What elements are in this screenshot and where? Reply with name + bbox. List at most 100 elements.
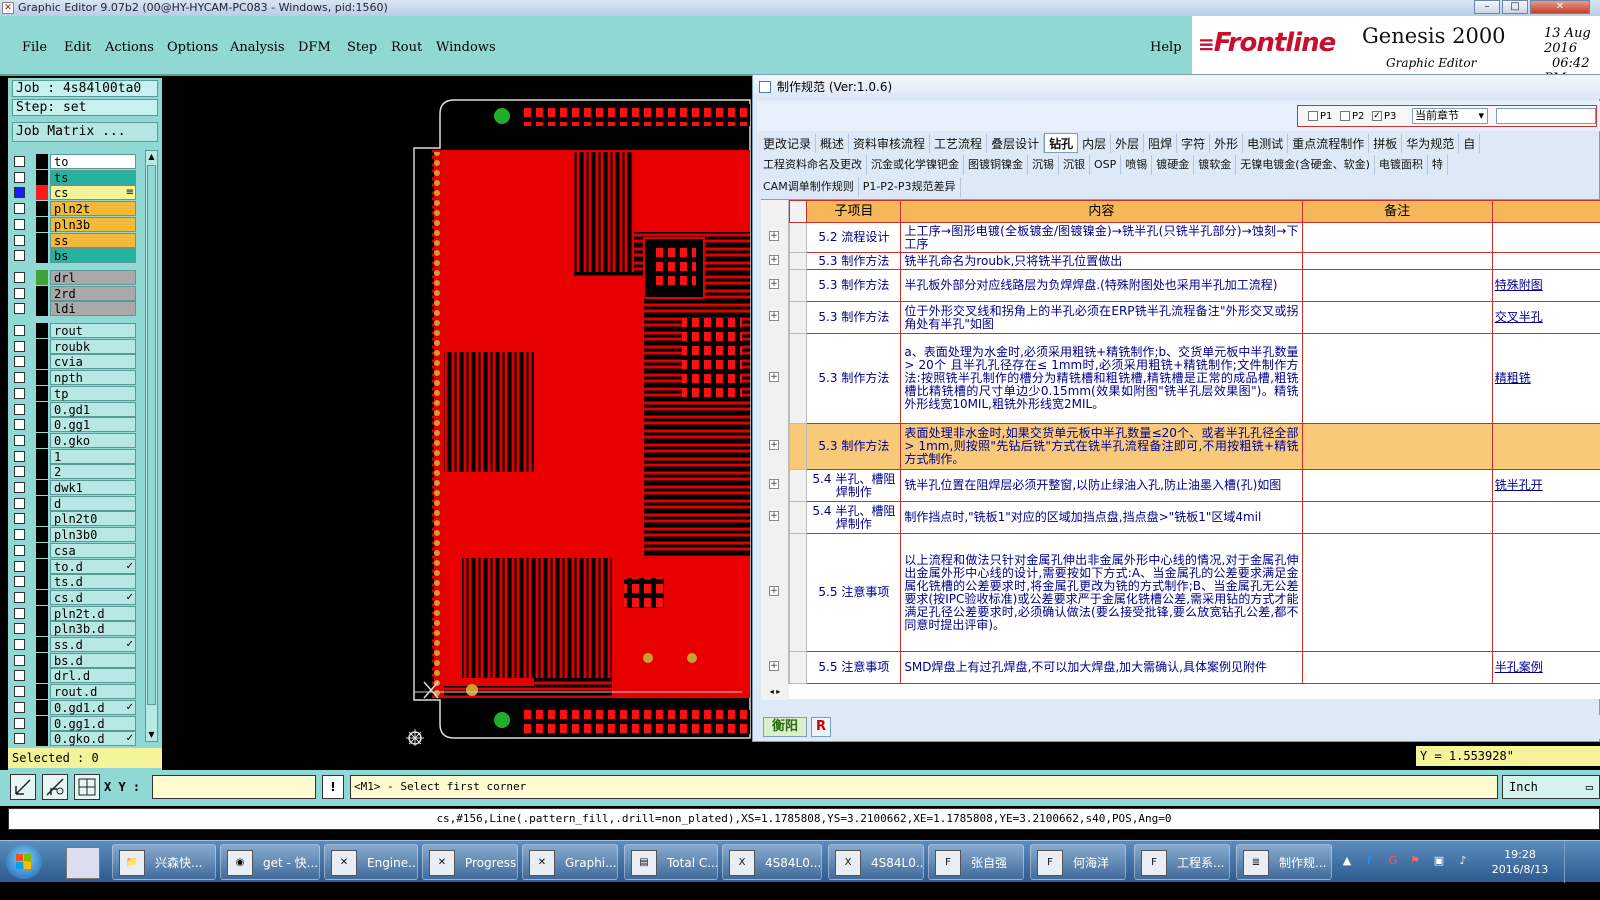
tab-item[interactable]: P1-P2-P3规范差异 — [859, 177, 961, 197]
layer-row[interactable]: pln3b — [12, 216, 136, 232]
layer-name[interactable]: rout.d — [50, 684, 136, 700]
tab-item[interactable]: 特 — [1428, 155, 1448, 175]
layer-color-swatch[interactable] — [36, 605, 48, 621]
layer-color-swatch[interactable] — [36, 185, 48, 201]
layer-name[interactable]: to.d — [50, 558, 136, 574]
layer-color-swatch[interactable] — [36, 301, 48, 317]
layer-name[interactable]: tp — [50, 385, 136, 401]
table-row[interactable]: 5.2 流程设计 上工序→图形电镀(全板镀金/图镀镍金)→铣半孔(只铣半孔部分)→… — [788, 222, 1600, 253]
row-link[interactable]: 精粗铣 — [1491, 333, 1600, 424]
maximize-button[interactable]: □ — [1502, 0, 1528, 14]
layer-row[interactable]: roubk — [12, 338, 136, 354]
layer-checkbox[interactable] — [14, 372, 25, 384]
layer-name[interactable]: 1 — [50, 448, 136, 464]
check-p1[interactable]: P1 — [1308, 111, 1332, 122]
scope-select[interactable]: 当前章节 ▾ — [1412, 108, 1488, 124]
layer-name[interactable]: 0.gg1 — [50, 417, 136, 433]
layer-color-swatch[interactable] — [36, 652, 48, 668]
layer-name[interactable]: 2 — [50, 464, 136, 480]
layer-row[interactable]: cs.d ✓ — [12, 589, 136, 605]
row-link[interactable]: 铣半孔开 — [1491, 469, 1600, 502]
layer-color-swatch[interactable] — [36, 169, 48, 185]
tab-item[interactable]: 内层 — [1078, 134, 1112, 153]
row-selector[interactable] — [788, 269, 808, 302]
row-link[interactable] — [1491, 222, 1600, 253]
tab-item[interactable]: 叠层设计 — [987, 134, 1045, 153]
expand-icon[interactable]: + — [769, 279, 779, 289]
layer-color-swatch[interactable] — [36, 589, 48, 605]
layer-row[interactable]: drl — [12, 269, 136, 285]
layer-checkbox[interactable] — [14, 234, 25, 246]
tab-item[interactable]: 更改记录 — [759, 134, 817, 153]
table-row[interactable]: 5.3 制作方法 a、表面处理为水金时,必须采用粗铣+精铣制作;b、交货单元板中半… — [788, 333, 1600, 424]
expand-icon[interactable]: + — [769, 440, 779, 450]
layer-checkbox[interactable] — [14, 171, 25, 183]
taskbar-button[interactable]: ✕ Graphi... — [522, 844, 618, 880]
check-p2[interactable]: P2 — [1340, 111, 1364, 122]
flag-icon[interactable]: ⚑ — [1408, 854, 1422, 868]
layer-color-swatch[interactable] — [36, 574, 48, 590]
frontline-tray-icon[interactable]: f — [1362, 854, 1376, 868]
layer-name[interactable]: ldi — [50, 301, 136, 317]
layer-color-swatch[interactable] — [36, 699, 48, 715]
taskbar-button[interactable]: X 4S84L0... — [722, 844, 822, 880]
zoom-icon[interactable] — [10, 774, 36, 800]
layer-name[interactable]: cvia — [50, 354, 136, 370]
taskbar-button[interactable]: 📁 兴森快... — [112, 844, 216, 880]
menu-file[interactable]: File — [22, 40, 47, 55]
taskbar-button[interactable]: F 何海洋 — [1030, 844, 1126, 880]
layer-color-swatch[interactable] — [36, 201, 48, 217]
layer-checkbox[interactable] — [14, 482, 25, 493]
row-selector[interactable] — [788, 301, 808, 334]
layer-name[interactable]: npth — [50, 370, 136, 386]
layer-color-swatch[interactable] — [36, 621, 48, 637]
network-icon[interactable]: ▣ — [1432, 854, 1446, 868]
row-selector[interactable] — [788, 501, 808, 534]
layer-checkbox[interactable] — [14, 403, 25, 415]
tab-item[interactable]: 工艺流程 — [930, 134, 988, 153]
layer-checkbox[interactable] — [14, 591, 25, 603]
tab-item[interactable]: 钻孔 — [1044, 133, 1079, 153]
layer-row[interactable]: 2rd — [12, 285, 136, 301]
layer-row[interactable]: pln2t.d — [12, 605, 136, 621]
layer-row[interactable]: rout — [12, 323, 136, 338]
layer-name[interactable]: ts — [50, 169, 136, 185]
layer-color-swatch[interactable] — [36, 248, 48, 264]
tab-item[interactable]: 沉金或化学镍钯金 — [867, 155, 964, 175]
exclamation-icon[interactable]: ! — [322, 775, 344, 799]
table-row[interactable]: 5.5 注意事项 以上流程和做法只针对金属孔伸出非金属外形中心线的情况,对于金属孔… — [788, 533, 1600, 652]
taskbar-button[interactable]: F 工程系... — [1134, 844, 1230, 880]
taskbar-button[interactable]: ≣ 制作规... — [1236, 844, 1332, 880]
expand-icon[interactable]: + — [769, 661, 779, 671]
tab-item[interactable]: 阻焊 — [1144, 134, 1178, 153]
close-button[interactable]: ✕ — [1530, 0, 1590, 14]
layer-row[interactable]: npth — [12, 370, 136, 386]
layer-color-swatch[interactable] — [36, 637, 48, 652]
row-selector[interactable] — [788, 469, 808, 502]
row-link[interactable]: 半孔案例 — [1491, 651, 1600, 684]
scroll-up-icon[interactable]: ▲ — [147, 152, 156, 162]
layer-row[interactable]: 0.gd1 — [12, 401, 136, 417]
layer-color-swatch[interactable] — [36, 527, 48, 543]
layer-row[interactable]: 2 — [12, 464, 136, 480]
layer-color-swatch[interactable] — [36, 511, 48, 527]
row-selector[interactable] — [788, 533, 808, 652]
layer-checkbox[interactable] — [14, 607, 25, 619]
taskbar-button[interactable]: ◉ get - 快... — [220, 844, 320, 880]
layer-row[interactable]: pln3b0 — [12, 527, 136, 543]
layer-checkbox[interactable] — [14, 701, 25, 713]
layer-row[interactable]: ss.d ✓ — [12, 637, 136, 652]
table-row[interactable]: 5.3 制作方法 位于外形交叉线和拐角上的半孔必须在ERP铣半孔流程备注"外形交叉… — [788, 301, 1600, 334]
scroll-down-icon[interactable]: ▼ — [147, 730, 156, 740]
layer-color-swatch[interactable] — [36, 385, 48, 401]
menu-rout[interactable]: Rout — [391, 40, 422, 55]
layer-color-swatch[interactable] — [36, 154, 48, 169]
layer-name[interactable]: 0.gg1.d — [50, 715, 136, 731]
tree-scroll-arrows[interactable]: ◂ ▸ — [761, 684, 789, 700]
layer-name[interactable]: cs.d — [50, 589, 136, 605]
layer-row[interactable]: pln3b.d — [12, 621, 136, 637]
layer-name[interactable]: 0.gko — [50, 432, 136, 448]
table-row[interactable]: 5.3 制作方法 表面处理非水金时,如果交货单元板中半孔数量≤20个、或者半孔孔径… — [788, 423, 1600, 470]
layer-name[interactable]: pln3b0 — [50, 527, 136, 543]
layer-row[interactable]: bs.d — [12, 652, 136, 668]
